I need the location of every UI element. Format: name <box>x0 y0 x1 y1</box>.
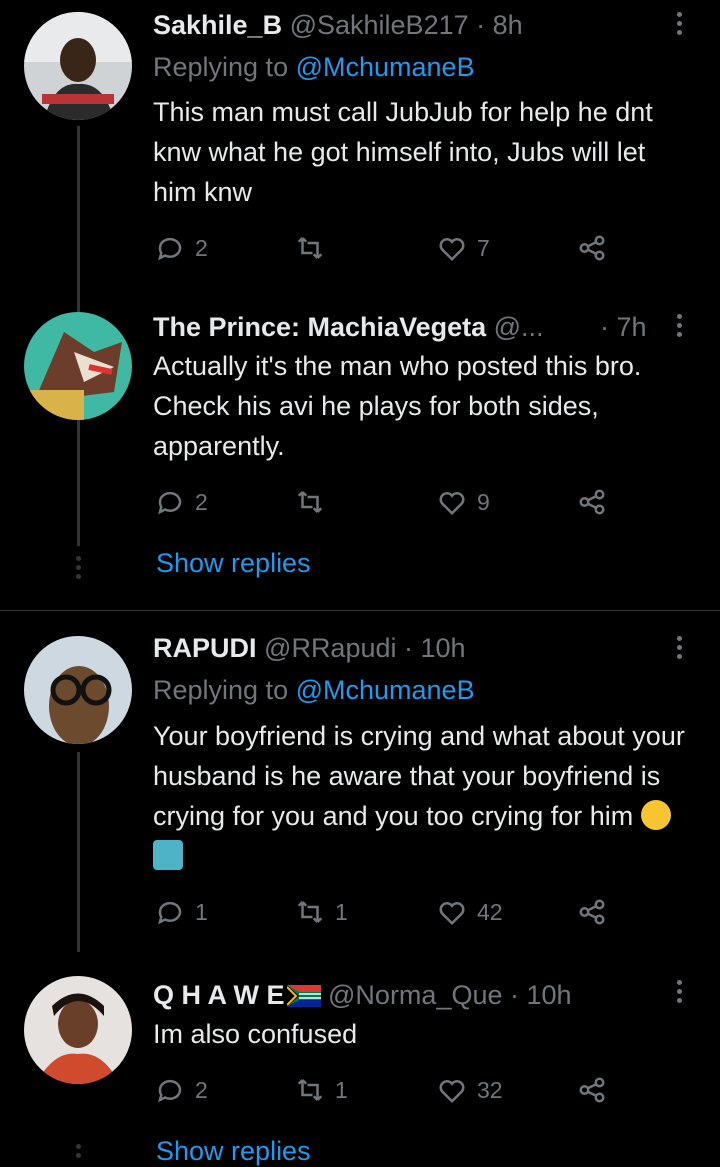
avatar-rapudi[interactable] <box>24 636 132 744</box>
replying-label: Replying to <box>153 52 296 82</box>
like-button[interactable]: 7 <box>437 228 490 268</box>
timestamp[interactable]: · 10h <box>510 980 572 1010</box>
thread-dots <box>76 1144 81 1162</box>
like-count: 7 <box>477 234 490 261</box>
replying-label: Replying to <box>153 675 296 705</box>
reply-button[interactable]: 2 <box>155 228 208 268</box>
retweet-count: 1 <box>335 898 348 925</box>
action-bar: 2 1 32 <box>155 1070 615 1110</box>
replying-to: Replying to @MchumaneB <box>153 50 475 84</box>
tweet-header: Q H A W E @Norma_Que · 10h <box>153 978 572 1012</box>
thinking-emoji <box>640 800 671 830</box>
user-handle[interactable]: @Norma_Que <box>328 980 502 1010</box>
share-icon <box>579 899 605 925</box>
action-bar: 2 7 <box>155 228 615 268</box>
flag-icon <box>285 985 321 1007</box>
retweet-button[interactable] <box>295 228 335 268</box>
retweet-button[interactable]: 1 <box>295 1070 348 1110</box>
like-button[interactable]: 9 <box>437 482 490 522</box>
timestamp[interactable]: · 7h <box>600 310 647 344</box>
share-button[interactable] <box>577 1070 617 1110</box>
tweet-header: Sakhile_B @SakhileB217 · 8h <box>153 8 523 42</box>
replying-handle[interactable]: @MchumaneB <box>296 52 475 82</box>
reply-icon <box>158 491 182 515</box>
retweet-icon <box>297 901 323 923</box>
share-button[interactable] <box>577 228 617 268</box>
more-icon[interactable] <box>677 636 683 663</box>
avatar-prince[interactable] <box>24 312 132 420</box>
reply-button[interactable]: 2 <box>155 482 208 522</box>
display-name[interactable]: The Prince: MachiaVegeta <box>153 312 486 342</box>
display-name[interactable]: Sakhile_B <box>153 10 282 40</box>
thread-divider <box>0 610 720 611</box>
retweet-icon <box>297 237 323 259</box>
more-icon[interactable] <box>677 980 683 1007</box>
user-handle[interactable]: @... <box>494 312 544 342</box>
reply-icon <box>158 901 182 925</box>
like-icon <box>439 902 465 926</box>
reply-icon <box>158 1079 182 1103</box>
like-button[interactable]: 32 <box>437 1070 503 1110</box>
reply-icon <box>158 237 182 261</box>
thread-line <box>77 752 80 952</box>
shrug-emoji <box>153 840 183 870</box>
user-handle[interactable]: @SakhileB217 <box>290 10 469 40</box>
avatar-sakhile[interactable] <box>24 12 132 120</box>
user-handle[interactable]: @RRapudi <box>264 633 396 663</box>
retweet-button[interactable] <box>295 482 335 522</box>
like-count: 42 <box>477 898 503 925</box>
more-icon[interactable] <box>677 12 683 39</box>
reply-count: 1 <box>195 898 208 925</box>
like-icon <box>439 1080 465 1104</box>
reply-button[interactable]: 1 <box>155 892 208 932</box>
share-icon <box>579 489 605 515</box>
tweet-text: Actually it's the man who posted this br… <box>153 351 642 461</box>
replying-to: Replying to @MchumaneB <box>153 673 475 707</box>
tweet-header: The Prince: MachiaVegeta @... <box>153 310 544 344</box>
action-bar: 2 9 <box>155 482 615 522</box>
reply-button[interactable]: 2 <box>155 1070 208 1110</box>
like-icon <box>439 492 465 516</box>
avatar-qhawe[interactable] <box>24 976 132 1084</box>
display-name[interactable]: RAPUDI <box>153 633 257 663</box>
thread-dots <box>76 556 81 583</box>
like-icon <box>439 238 465 262</box>
tweet-text-block: Your boyfriend is crying and what about … <box>153 716 693 876</box>
retweet-icon <box>297 1079 323 1101</box>
reply-count: 2 <box>195 488 208 515</box>
retweet-icon <box>297 491 323 513</box>
reply-count: 2 <box>195 1076 208 1103</box>
like-count: 9 <box>477 488 490 515</box>
tweet-text: This man must call JubJub for help he dn… <box>153 97 653 207</box>
like-count: 32 <box>477 1076 503 1103</box>
tweet-text: Im also confused <box>153 1019 358 1049</box>
like-button[interactable]: 42 <box>437 892 503 932</box>
tweet-header: RAPUDI @RRapudi · 10h <box>153 631 466 665</box>
more-icon[interactable] <box>677 314 683 341</box>
timestamp[interactable]: · 10h <box>404 633 466 663</box>
share-icon <box>579 1077 605 1103</box>
show-replies-link[interactable]: Show replies <box>156 548 311 579</box>
retweet-count: 1 <box>335 1076 348 1103</box>
share-button[interactable] <box>577 892 617 932</box>
show-replies-link[interactable]: Show replies <box>156 1136 311 1167</box>
tweet-text: Your boyfriend is crying and what about … <box>153 721 685 831</box>
replying-handle[interactable]: @MchumaneB <box>296 675 475 705</box>
share-button[interactable] <box>577 482 617 522</box>
share-icon <box>579 235 605 261</box>
retweet-button[interactable]: 1 <box>295 892 348 932</box>
action-bar: 1 1 42 <box>155 892 615 932</box>
reply-count: 2 <box>195 234 208 261</box>
timestamp[interactable]: · 8h <box>476 10 523 40</box>
display-name[interactable]: Q H A W E <box>153 980 285 1010</box>
